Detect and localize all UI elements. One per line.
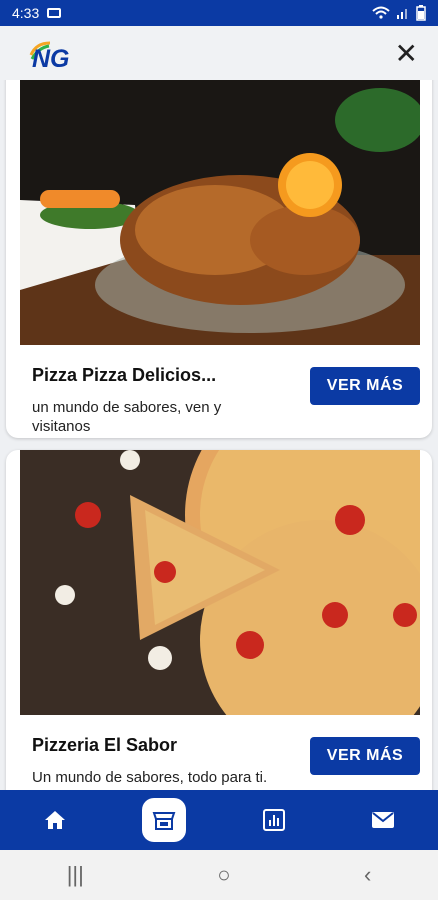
nav-messages[interactable] bbox=[361, 798, 405, 842]
app-header: NG ✕ bbox=[0, 26, 438, 80]
bottom-navigation bbox=[0, 790, 438, 850]
restaurant-card[interactable]: Pizzeria El Sabor Un mundo de sabores, t… bbox=[6, 450, 432, 790]
restaurant-card[interactable]: Pizza Pizza Delicios... un mundo de sabo… bbox=[6, 80, 432, 438]
status-left: 4:33 bbox=[12, 5, 62, 21]
status-bar: 4:33 bbox=[0, 0, 438, 26]
nav-home[interactable] bbox=[33, 798, 77, 842]
battery-icon bbox=[416, 5, 426, 21]
card-description: un mundo de sabores, ven y visitanos bbox=[32, 399, 222, 435]
status-time: 4:33 bbox=[12, 5, 40, 21]
close-icon[interactable]: ✕ bbox=[395, 37, 418, 70]
roast-chicken-image bbox=[20, 80, 420, 345]
mail-icon bbox=[372, 812, 395, 828]
chart-icon bbox=[262, 809, 285, 831]
app-logo: NG bbox=[26, 37, 86, 69]
card-list[interactable]: Pizza Pizza Delicios... un mundo de sabo… bbox=[0, 80, 438, 790]
system-navigation: ||| ○ ‹ bbox=[0, 850, 438, 900]
svg-text:NG: NG bbox=[32, 45, 70, 69]
ver-mas-button[interactable]: VER MÁS bbox=[310, 737, 420, 775]
home-icon bbox=[44, 811, 65, 829]
signal-icon bbox=[397, 9, 407, 19]
wifi-icon bbox=[372, 6, 390, 19]
image-notification-icon bbox=[47, 8, 62, 18]
ng-logo-icon: NG bbox=[29, 41, 70, 69]
nav-stores[interactable] bbox=[142, 798, 187, 842]
home-circle-icon[interactable]: ○ bbox=[217, 862, 230, 888]
status-right bbox=[372, 5, 426, 21]
store-icon bbox=[152, 812, 176, 830]
recents-icon[interactable]: ||| bbox=[67, 862, 84, 888]
ver-mas-button[interactable]: VER MÁS bbox=[310, 367, 420, 405]
nav-stats[interactable] bbox=[252, 798, 296, 842]
pizza-image bbox=[20, 450, 420, 715]
back-icon[interactable]: ‹ bbox=[364, 862, 371, 888]
